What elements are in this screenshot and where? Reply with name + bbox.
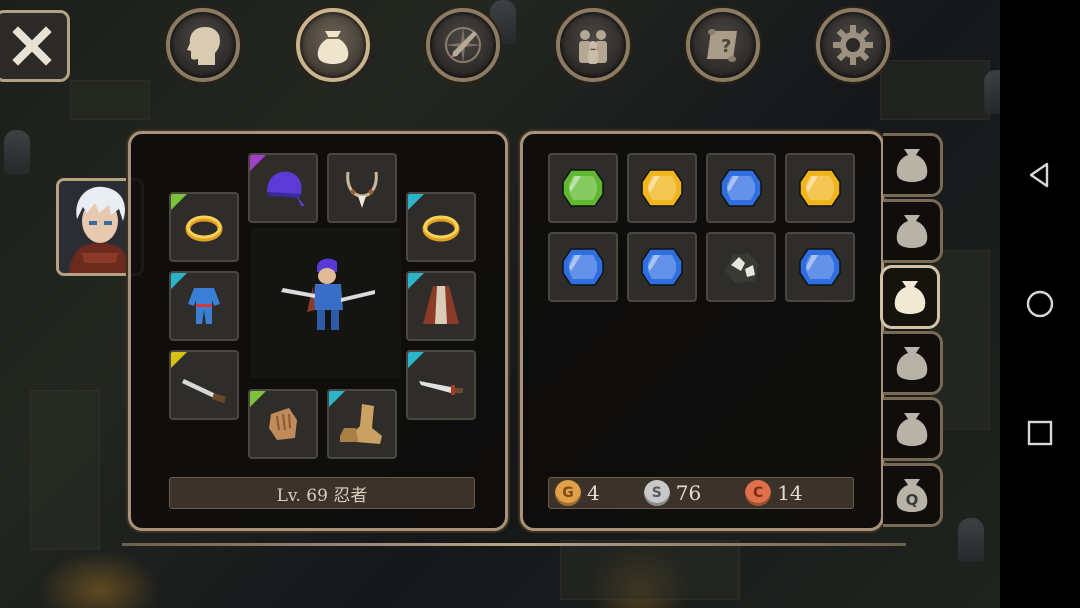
equipment-panel: Lv. 69 忍者 bbox=[128, 131, 508, 531]
close-button[interactable] bbox=[0, 10, 70, 82]
equip-slot-ring-left[interactable] bbox=[169, 192, 239, 262]
inventory-menu-button[interactable] bbox=[296, 8, 370, 82]
copper-amount: 14 bbox=[777, 481, 803, 505]
quests-menu-button[interactable]: ? bbox=[686, 8, 760, 82]
bag-icon bbox=[896, 149, 927, 182]
equip-slot-boots[interactable] bbox=[327, 389, 397, 459]
bag-tab-2[interactable] bbox=[883, 199, 943, 263]
rarity-marker bbox=[171, 194, 187, 210]
yellow-gem-icon bbox=[799, 169, 841, 207]
close-icon bbox=[12, 26, 52, 66]
bag-slot[interactable] bbox=[785, 153, 855, 223]
equip-slot-off-hand[interactable] bbox=[406, 350, 476, 420]
bag-tab-1[interactable] bbox=[883, 133, 943, 197]
recents-icon[interactable] bbox=[1025, 418, 1055, 448]
gold-coin-icon: G bbox=[555, 480, 581, 506]
rarity-marker bbox=[408, 352, 424, 368]
equip-slot-ring-right[interactable] bbox=[406, 192, 476, 262]
scroll-question-icon: ? bbox=[707, 29, 737, 62]
home-icon[interactable] bbox=[1025, 289, 1055, 319]
bag-icon bbox=[894, 281, 926, 314]
divider bbox=[122, 543, 906, 546]
bag-icon bbox=[896, 347, 927, 380]
rarity-marker bbox=[408, 273, 424, 289]
ninja-sprite bbox=[251, 228, 401, 378]
people-icon bbox=[579, 30, 607, 64]
equip-slot-head[interactable] bbox=[248, 153, 318, 223]
bag-tab-label: Q bbox=[905, 491, 918, 509]
level-class-label: Lv. 69 忍者 bbox=[169, 477, 475, 509]
settings-menu-button[interactable] bbox=[816, 8, 890, 82]
back-icon[interactable] bbox=[1025, 160, 1055, 190]
bag-slot[interactable] bbox=[548, 232, 618, 302]
svg-text:?: ? bbox=[721, 36, 731, 57]
character-preview bbox=[251, 228, 401, 378]
rarity-marker bbox=[329, 391, 345, 407]
npc-figure[interactable] bbox=[958, 518, 984, 562]
floor-tile bbox=[70, 80, 150, 120]
bag-icon bbox=[896, 215, 927, 248]
white-ore-icon bbox=[725, 253, 759, 283]
bag-tab-3[interactable] bbox=[880, 265, 940, 329]
rarity-marker bbox=[250, 155, 266, 171]
floor-tile bbox=[30, 390, 100, 550]
bag-slot[interactable] bbox=[627, 232, 697, 302]
bag-slot[interactable] bbox=[785, 232, 855, 302]
silver-coin-icon: S bbox=[643, 480, 670, 506]
rarity-marker bbox=[171, 273, 187, 289]
green-gem-icon bbox=[562, 169, 604, 207]
android-nav-bar bbox=[1000, 0, 1080, 608]
blue-gem-icon bbox=[720, 169, 762, 207]
sword-compass-icon bbox=[444, 26, 482, 64]
equip-slot-necklace[interactable] bbox=[327, 153, 397, 223]
blue-gem-icon bbox=[799, 248, 841, 286]
bag-slot[interactable] bbox=[706, 232, 776, 302]
silver-amount: 76 bbox=[675, 481, 702, 505]
bag-icon bbox=[896, 413, 927, 446]
bag-slot[interactable] bbox=[706, 153, 776, 223]
character-menu-button[interactable] bbox=[166, 8, 240, 82]
floor-tile bbox=[880, 60, 990, 120]
rarity-marker bbox=[250, 391, 266, 407]
gear-icon bbox=[833, 25, 873, 65]
rarity-marker bbox=[408, 194, 424, 210]
bag-tab-6[interactable]: Q bbox=[883, 463, 943, 527]
equip-slot-cloak[interactable] bbox=[406, 271, 476, 341]
blue-gem-icon bbox=[641, 248, 683, 286]
copper-coin-icon: C bbox=[745, 480, 772, 506]
fang-necklace-icon bbox=[346, 171, 378, 208]
npc-figure[interactable] bbox=[4, 130, 30, 174]
bag-icon bbox=[317, 31, 349, 64]
bag-icon: Q bbox=[896, 479, 927, 512]
bag-tab-4[interactable] bbox=[883, 331, 943, 395]
skills-menu-button[interactable] bbox=[426, 8, 500, 82]
npc-figure[interactable] bbox=[984, 70, 1000, 114]
bag-tab-5[interactable] bbox=[883, 397, 943, 461]
party-menu-button[interactable] bbox=[556, 8, 630, 82]
equip-slot-gloves[interactable] bbox=[248, 389, 318, 459]
equip-slot-main-hand[interactable] bbox=[169, 350, 239, 420]
bag-slot[interactable] bbox=[627, 153, 697, 223]
bag-panel: G 4 S 76 C 14 bbox=[520, 131, 884, 531]
equip-slot-body[interactable] bbox=[169, 271, 239, 341]
rarity-marker bbox=[171, 352, 187, 368]
currency-bar: G 4 S 76 C 14 bbox=[548, 477, 854, 509]
bag-slot[interactable] bbox=[548, 153, 618, 223]
yellow-gem-icon bbox=[641, 169, 683, 207]
blue-gem-icon bbox=[562, 248, 604, 286]
gold-amount: 4 bbox=[587, 481, 600, 505]
head-icon bbox=[187, 27, 220, 65]
floor-tile bbox=[560, 540, 740, 600]
